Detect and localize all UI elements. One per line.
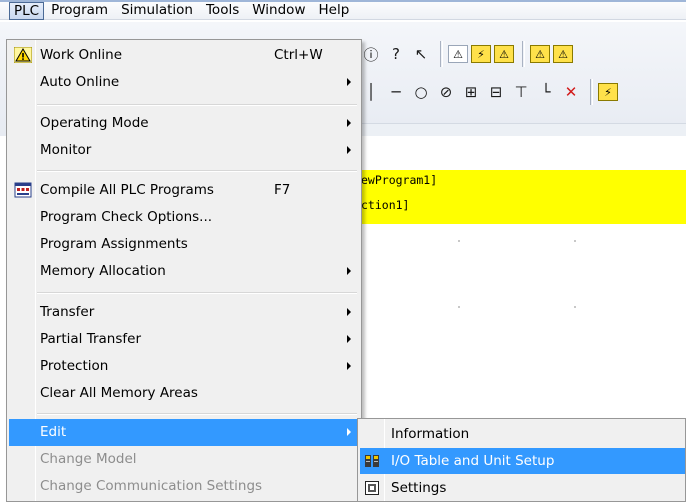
program-name-label: ewProgram1] xyxy=(361,173,438,187)
horizontal-line-icon[interactable]: ─ xyxy=(385,81,407,103)
submenu-arrow-icon xyxy=(347,146,351,154)
menu-item-label: Partial Transfer xyxy=(40,331,141,347)
toolbar-row-1: ⓘ ? ↖ ⚠ ⚡ ⚠ ⚠ ⚠ xyxy=(360,38,576,70)
contact-nc-icon[interactable]: ⊘ xyxy=(435,81,457,103)
compile-icon xyxy=(14,182,32,198)
submenu-arrow-icon xyxy=(347,119,351,127)
step-icon[interactable]: └ xyxy=(535,81,557,103)
menu-item-edit[interactable]: Edit xyxy=(9,419,359,446)
menu-separator xyxy=(37,413,357,415)
menu-plc[interactable]: PLC xyxy=(9,1,45,20)
menu-item-label: Transfer xyxy=(40,304,95,320)
menu-window[interactable]: Window xyxy=(246,2,311,20)
menu-item-change-model[interactable]: Change Model xyxy=(9,446,359,473)
menu-item-label: I/O Table and Unit Setup xyxy=(391,453,555,469)
menu-item-protection[interactable]: Protection xyxy=(9,353,359,380)
program-header-band: ewProgram1] ction1] xyxy=(353,170,686,224)
menu-item-label: Program Assignments xyxy=(40,236,188,252)
contact-no-icon[interactable]: ○ xyxy=(410,81,432,103)
menu-item-memory-allocation[interactable]: Memory Allocation xyxy=(9,258,359,285)
menu-item-program-check[interactable]: Program Check Options... xyxy=(9,204,359,231)
help-icon[interactable]: ? xyxy=(385,43,407,65)
submenu-arrow-icon xyxy=(347,362,351,370)
menu-item-label: Operating Mode xyxy=(40,115,149,131)
menu-separator xyxy=(37,170,357,172)
ladder-warning-icon[interactable]: ⚡ xyxy=(598,83,618,101)
menu-item-label: Change Communication Settings xyxy=(40,478,263,494)
settings-icon xyxy=(365,481,379,495)
menu-item-label: Change Model xyxy=(40,451,137,467)
toolbar-separator xyxy=(590,79,593,105)
submenu-arrow-icon xyxy=(347,428,351,436)
menu-item-label: Edit xyxy=(40,424,67,440)
warning-triangle-icon xyxy=(14,47,32,63)
menu-item-label: Auto Online xyxy=(40,74,120,90)
menu-item-label: Work Online xyxy=(40,47,123,63)
menu-item-program-assignments[interactable]: Program Assignments xyxy=(9,231,359,258)
delete-icon[interactable]: ✕ xyxy=(560,81,582,103)
menu-simulation[interactable]: Simulation xyxy=(115,2,199,20)
menu-item-clear-memory[interactable]: Clear All Memory Areas xyxy=(9,380,359,407)
menu-item-operating-mode[interactable]: Operating Mode xyxy=(9,110,359,137)
menu-item-label: Monitor xyxy=(40,142,92,158)
menu-tools[interactable]: Tools xyxy=(200,2,245,20)
io-table-icon xyxy=(365,455,379,467)
menu-shortcut: Ctrl+W xyxy=(274,47,323,63)
grid-dot xyxy=(574,240,576,242)
online-warning-icon[interactable]: ⚠ xyxy=(448,45,468,63)
menu-item-label: Clear All Memory Areas xyxy=(40,385,198,401)
grid-dot xyxy=(458,240,460,242)
toolbar-row-2: │ ─ ○ ⊘ ⊞ ⊟ ⊤ └ ✕ ⚡ xyxy=(360,76,621,108)
context-help-icon[interactable]: ↖ xyxy=(410,43,432,65)
menu-item-monitor[interactable]: Monitor xyxy=(9,137,359,164)
menu-item-work-online[interactable]: Work Online Ctrl+W xyxy=(9,42,359,69)
transfer-warning-icon[interactable]: ⚠ xyxy=(530,45,550,63)
menu-item-compile-all[interactable]: Compile All PLC Programs F7 xyxy=(9,177,359,204)
menu-item-label: Settings xyxy=(391,480,447,496)
toolbar-strip xyxy=(360,123,686,136)
submenu-item-information[interactable]: Information xyxy=(360,421,685,447)
submenu-item-io-table[interactable]: I/O Table and Unit Setup xyxy=(360,448,685,474)
coil-icon[interactable]: ⊞ xyxy=(460,81,482,103)
menu-item-label: Memory Allocation xyxy=(40,263,166,279)
submenu-arrow-icon xyxy=(347,78,351,86)
menu-item-auto-online[interactable]: Auto Online xyxy=(9,69,359,96)
submenu-item-settings[interactable]: Settings xyxy=(360,475,685,501)
menubar: PLC Program Simulation Tools Window Help xyxy=(0,0,686,20)
menu-item-change-communication[interactable]: Change Communication Settings xyxy=(9,473,359,500)
submenu-arrow-icon xyxy=(347,267,351,275)
menu-item-partial-transfer[interactable]: Partial Transfer xyxy=(9,326,359,353)
instruction-icon[interactable]: ⊤ xyxy=(510,81,532,103)
info-icon[interactable]: ⓘ xyxy=(360,43,382,65)
edit-submenu: Information I/O Table and Unit Setup Set… xyxy=(357,418,686,502)
section-name-label: ction1] xyxy=(361,198,410,212)
coil-nc-icon[interactable]: ⊟ xyxy=(485,81,507,103)
grid-dot xyxy=(458,306,460,308)
menu-program[interactable]: Program xyxy=(45,2,114,20)
menu-separator xyxy=(37,292,357,294)
toolbar-separator xyxy=(522,41,525,67)
submenu-arrow-icon xyxy=(347,308,351,316)
menu-item-label: Protection xyxy=(40,358,109,374)
plc-dropdown-menu: Work Online Ctrl+W Auto Online Operating… xyxy=(6,39,362,502)
submenu-arrow-icon xyxy=(347,335,351,343)
download-warning-icon[interactable]: ⚠ xyxy=(553,45,573,63)
vertical-line-icon[interactable]: │ xyxy=(360,81,382,103)
menu-item-label: Information xyxy=(391,426,470,442)
monitor-warning-icon[interactable]: ⚡ xyxy=(471,45,491,63)
menu-item-transfer[interactable]: Transfer xyxy=(9,299,359,326)
menu-item-label: Program Check Options... xyxy=(40,209,213,225)
grid-dot xyxy=(574,306,576,308)
toolbar-separator xyxy=(440,41,443,67)
menu-shortcut: F7 xyxy=(274,182,291,198)
menu-separator xyxy=(37,104,357,106)
menu-item-label: Compile All PLC Programs xyxy=(40,182,214,198)
menu-help[interactable]: Help xyxy=(312,2,355,20)
search-warning-icon[interactable]: ⚠ xyxy=(494,45,514,63)
